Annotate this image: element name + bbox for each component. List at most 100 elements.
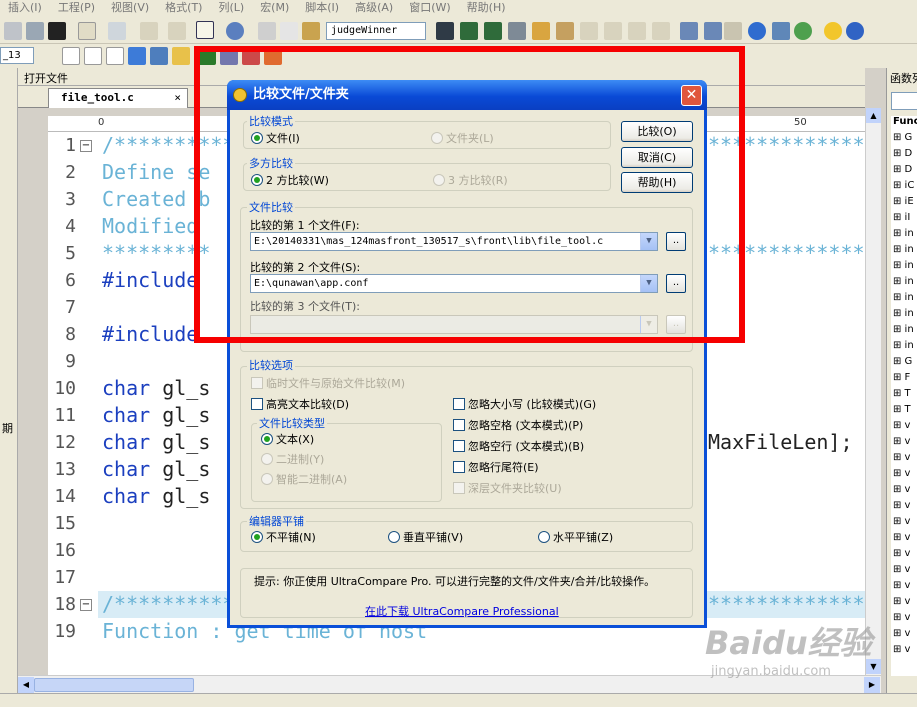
google-icon[interactable] (62, 47, 80, 65)
replace-icon[interactable] (508, 22, 526, 40)
globe-icon[interactable] (748, 22, 766, 40)
menu-item-2[interactable]: 视图(V) (103, 0, 157, 16)
wiki-icon[interactable] (106, 47, 124, 65)
function-list-item[interactable]: ⊞ in (893, 244, 914, 255)
msdn-icon[interactable] (128, 47, 146, 65)
open-icon[interactable] (4, 22, 22, 40)
column-icon[interactable] (140, 22, 158, 40)
copy-icon[interactable] (280, 22, 298, 40)
bookmark-icon[interactable] (532, 22, 550, 40)
function-list-item[interactable]: ⊞ v (893, 516, 910, 527)
cascade-icon[interactable] (724, 22, 742, 40)
function-list-item[interactable]: ⊞ v (893, 500, 910, 511)
align-left-icon[interactable] (580, 22, 598, 40)
format-icon[interactable] (108, 22, 126, 40)
wordwrap-icon[interactable] (196, 21, 214, 39)
function-list-item[interactable]: ⊞ iC (893, 180, 914, 191)
ignore-blank-checkbox[interactable]: 忽略空行 (文本模式)(B) (453, 440, 584, 454)
menu-item-4[interactable]: 列(L) (210, 0, 252, 16)
tile-vertical-radio[interactable]: 垂直平铺(V) (388, 531, 463, 545)
align-right-icon[interactable] (628, 22, 646, 40)
preview-icon[interactable] (26, 22, 44, 40)
function-list-item[interactable]: ⊞ T (893, 388, 911, 399)
ignore-space-checkbox[interactable]: 忽略空格 (文本模式)(P) (453, 419, 583, 433)
menu-item-5[interactable]: 宏(M) (252, 0, 297, 16)
tile-none-radio[interactable]: 不平铺(N) (251, 531, 316, 545)
type-binary-radio[interactable]: 二进制(Y) (261, 453, 324, 467)
function-list-item[interactable]: ⊞ in (893, 276, 914, 287)
function-list-item[interactable]: ⊞ in (893, 228, 914, 239)
function-list-search[interactable] (891, 92, 917, 110)
function-list-item[interactable]: ⊞ G (893, 132, 912, 143)
cut-icon[interactable] (258, 22, 276, 40)
menu-item-0[interactable]: 插入(I) (0, 0, 50, 16)
function-list-item[interactable]: ⊞ v (893, 436, 910, 447)
function-list-item[interactable]: ⊞ v (893, 484, 910, 495)
tip-icon[interactable] (824, 22, 842, 40)
type-smart-radio[interactable]: 智能二进制(A) (261, 473, 347, 487)
code-line[interactable]: char gl_s (102, 402, 210, 429)
function-list-item[interactable]: ⊞ T (893, 404, 911, 415)
binoculars-icon[interactable] (436, 22, 454, 40)
align-center-icon[interactable] (604, 22, 622, 40)
ignore-case-checkbox[interactable]: 忽略大小写 (比较模式)(G) (453, 398, 596, 412)
function-list-item[interactable]: ⊞ v (893, 452, 910, 463)
function-list-item[interactable]: ⊞ in (893, 260, 914, 271)
window-icon[interactable] (680, 22, 698, 40)
function-list-item[interactable]: ⊞ v (893, 564, 910, 575)
function-list-item[interactable]: ⊞ D (893, 164, 912, 175)
function-list-item[interactable]: ⊞ v (893, 532, 910, 543)
find-prev-icon[interactable] (484, 22, 502, 40)
help-icon[interactable] (846, 22, 864, 40)
function-list-item[interactable]: ⊞ v (893, 468, 910, 479)
function-list-item[interactable]: ⊞ G (893, 356, 912, 367)
tile-icon[interactable] (704, 22, 722, 40)
fold-toggle-icon[interactable]: − (80, 140, 92, 152)
search-icon[interactable] (150, 47, 168, 65)
ftp-icon[interactable] (772, 22, 790, 40)
function-list-item[interactable]: ⊞ v (893, 548, 910, 559)
function-list-item[interactable]: ⊞ v (893, 580, 910, 591)
function-list-item[interactable]: Func (893, 116, 917, 127)
goto-icon[interactable] (556, 22, 574, 40)
function-list-item[interactable]: ⊞ F (893, 372, 910, 383)
paste-icon[interactable] (302, 22, 320, 40)
refresh-icon[interactable] (794, 22, 812, 40)
code-line[interactable]: char gl_s (102, 483, 210, 510)
code-line[interactable]: char gl_s (102, 456, 210, 483)
menu-item-1[interactable]: 工程(P) (50, 0, 103, 16)
menu-item-7[interactable]: 高级(A) (347, 0, 401, 16)
hex-icon[interactable] (168, 22, 186, 40)
find-combo[interactable]: judgeWinner (326, 22, 426, 40)
folder-icon[interactable] (172, 47, 190, 65)
menu-item-9[interactable]: 帮助(H) (459, 0, 514, 16)
menu-item-3[interactable]: 格式(T) (157, 0, 210, 16)
function-list-item[interactable]: ⊞ iI (893, 212, 910, 223)
ignore-eol-checkbox[interactable]: 忽略行尾符(E) (453, 461, 539, 475)
tab-file-tool-c[interactable]: file_tool.c × (48, 88, 188, 108)
find-next-icon[interactable] (460, 22, 478, 40)
web-icon[interactable] (226, 22, 244, 40)
vertical-scrollbar[interactable]: ▲ ▼ (865, 108, 881, 675)
function-list-item[interactable]: ⊞ iE (893, 196, 914, 207)
code-line[interactable]: /********** (102, 591, 234, 618)
function-list-item[interactable]: ⊞ in (893, 340, 914, 351)
function-list-item[interactable]: ⊞ v (893, 596, 910, 607)
deep-folder-checkbox[interactable]: 深层文件夹比较(U) (453, 482, 562, 496)
scroll-left-arrow-icon[interactable]: ◀ (18, 677, 34, 693)
menu-item-8[interactable]: 窗口(W) (401, 0, 458, 16)
menu-item-6[interactable]: 脚本(I) (297, 0, 347, 16)
tile-horizontal-radio[interactable]: 水平平铺(Z) (538, 531, 613, 545)
scroll-thumb[interactable] (34, 678, 194, 692)
code-line[interactable]: char gl_s (102, 429, 210, 456)
scroll-up-arrow-icon[interactable]: ▲ (866, 108, 881, 123)
close-tab-icon[interactable]: × (174, 89, 181, 107)
function-list-item[interactable]: ⊞ in (893, 308, 914, 319)
code-line[interactable]: char gl_s (102, 375, 210, 402)
left-dropdown[interactable]: _13 (0, 47, 34, 64)
highlight-checkbox[interactable]: 高亮文本比较(D) (251, 398, 349, 412)
justify-icon[interactable] (652, 22, 670, 40)
type-text-radio[interactable]: 文本(X) (261, 433, 314, 447)
function-list-item[interactable]: ⊞ v (893, 420, 910, 431)
function-list-item[interactable]: ⊞ D (893, 148, 912, 159)
